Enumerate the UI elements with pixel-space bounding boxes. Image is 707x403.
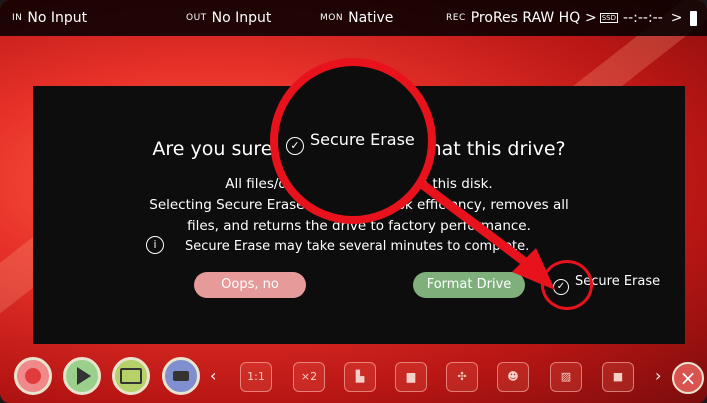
waveform-icon[interactable]: ▙ bbox=[344, 362, 376, 392]
play-icon bbox=[77, 367, 91, 385]
tag-icon bbox=[173, 371, 189, 381]
chevron-left-icon[interactable]: ‹ bbox=[210, 366, 216, 385]
monitor-icon bbox=[120, 368, 142, 384]
chevron-right-icon[interactable]: › bbox=[655, 366, 661, 385]
zoom-1to1-icon[interactable]: 1:1 bbox=[240, 362, 272, 392]
monitor-button[interactable] bbox=[112, 357, 150, 395]
tags-button[interactable] bbox=[162, 357, 200, 395]
screen: IN No Input OUT No Input MON Native REC ProR… bbox=[0, 0, 707, 403]
histogram-icon[interactable]: ▆ bbox=[395, 362, 427, 392]
zoom-x2-icon[interactable]: ×2 bbox=[293, 362, 325, 392]
vectorscope-icon[interactable]: ✣ bbox=[446, 362, 478, 392]
false-color-icon[interactable]: ☻ bbox=[497, 362, 529, 392]
play-button[interactable] bbox=[63, 357, 101, 395]
highlight-ring bbox=[541, 260, 593, 310]
frame-guide-icon[interactable]: ■ bbox=[602, 362, 634, 392]
record-icon bbox=[25, 368, 41, 384]
close-icon[interactable]: × bbox=[672, 362, 704, 394]
zebra-icon[interactable]: ▨ bbox=[550, 362, 582, 392]
zoom-callout: ✓ Secure Erase bbox=[270, 58, 436, 224]
check-circle-icon: ✓ bbox=[286, 137, 304, 155]
record-button[interactable] bbox=[14, 357, 52, 395]
